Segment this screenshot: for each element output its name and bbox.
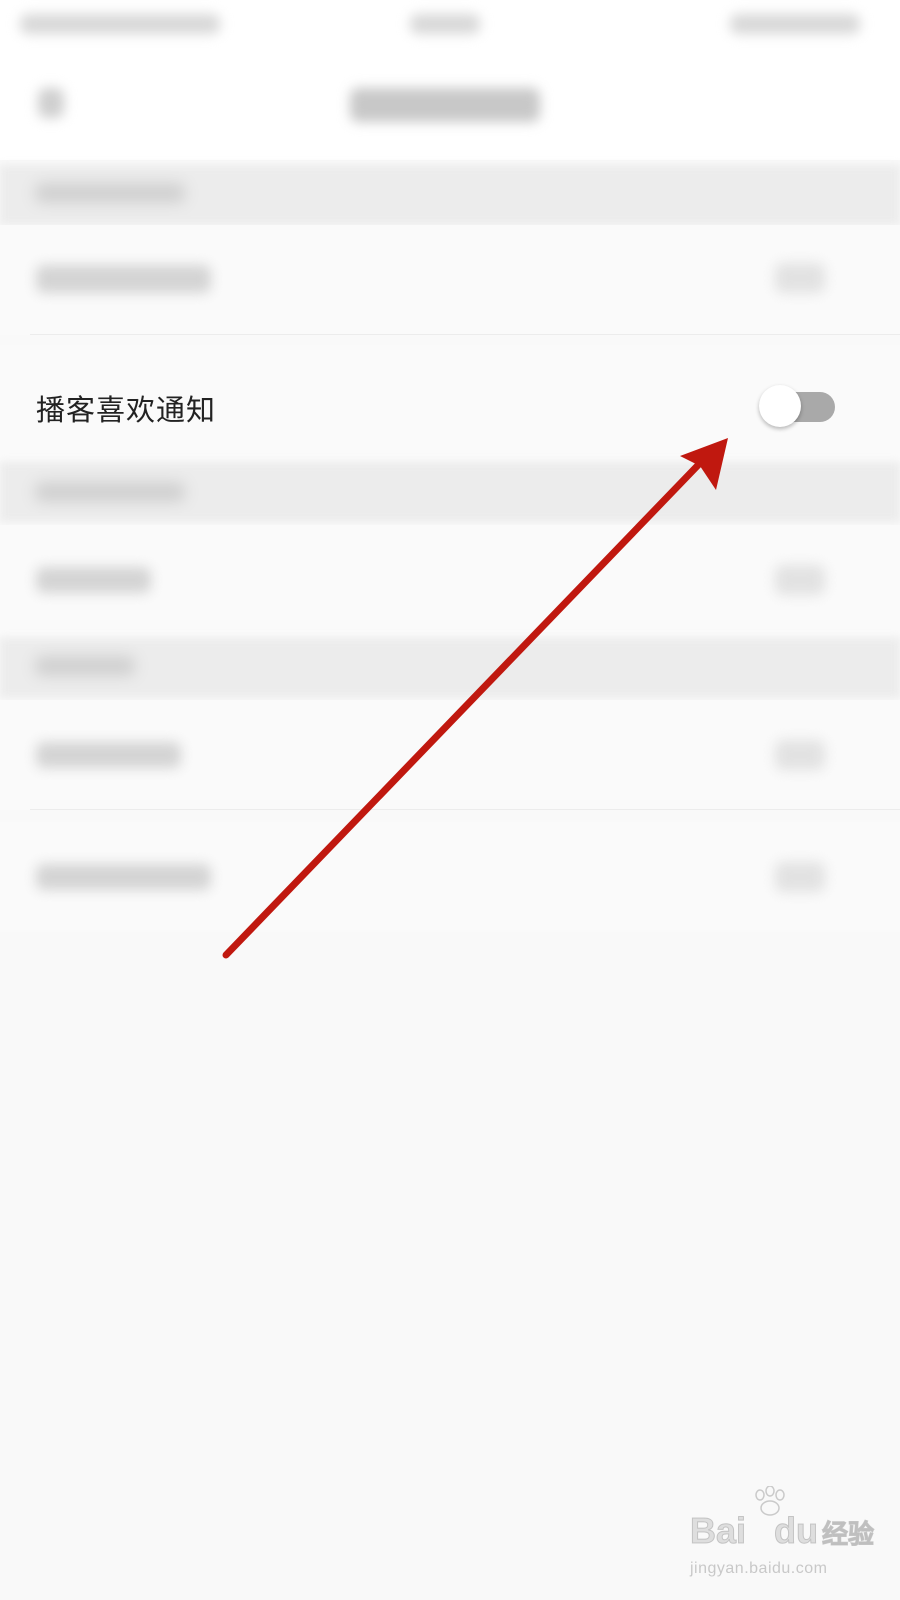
row-divider — [30, 334, 900, 335]
settings-row-1[interactable] — [0, 225, 900, 335]
row-divider — [30, 809, 900, 810]
settings-row-2-toggle[interactable] — [775, 565, 825, 595]
settings-row-1-label — [36, 265, 211, 293]
settings-row-4-toggle[interactable] — [775, 862, 825, 892]
section-header-3 — [0, 638, 900, 698]
status-bar-time — [410, 14, 480, 34]
settings-screen: 播客喜欢通知 Bai du 经验 jingyan.baidu.com — [0, 0, 900, 1600]
baidu-jingyan-watermark: Bai du 经验 jingyan.baidu.com — [689, 1486, 875, 1590]
status-bar — [0, 0, 900, 50]
podcast-like-notification-label: 播客喜欢通知 — [36, 393, 217, 427]
settings-row-4[interactable] — [0, 822, 900, 932]
section-header-1-label — [35, 183, 185, 203]
settings-row-podcast-like-notification[interactable]: 播客喜欢通知 — [0, 345, 900, 470]
section-header-1 — [0, 165, 900, 225]
settings-row-3-toggle[interactable] — [775, 740, 825, 770]
status-bar-battery — [730, 14, 860, 34]
section-header-2 — [0, 462, 900, 522]
section-header-3-label — [35, 656, 135, 676]
nav-bar — [0, 50, 900, 160]
settings-row-1-toggle[interactable] — [775, 263, 825, 293]
settings-row-3[interactable] — [0, 700, 900, 810]
settings-row-4-label — [36, 864, 211, 890]
back-icon[interactable] — [38, 88, 64, 118]
toggle-knob — [759, 385, 801, 427]
podcast-like-notification-toggle[interactable] — [759, 384, 837, 428]
watermark-brand: Bai du 经验 — [689, 1510, 875, 1552]
settings-row-3-label — [36, 742, 181, 768]
settings-row-2-label — [36, 567, 151, 593]
settings-row-2[interactable] — [0, 525, 900, 635]
section-header-2-label — [35, 482, 185, 502]
status-bar-carrier — [20, 14, 220, 34]
watermark-url: jingyan.baidu.com — [690, 1560, 828, 1577]
page-title — [350, 88, 540, 122]
